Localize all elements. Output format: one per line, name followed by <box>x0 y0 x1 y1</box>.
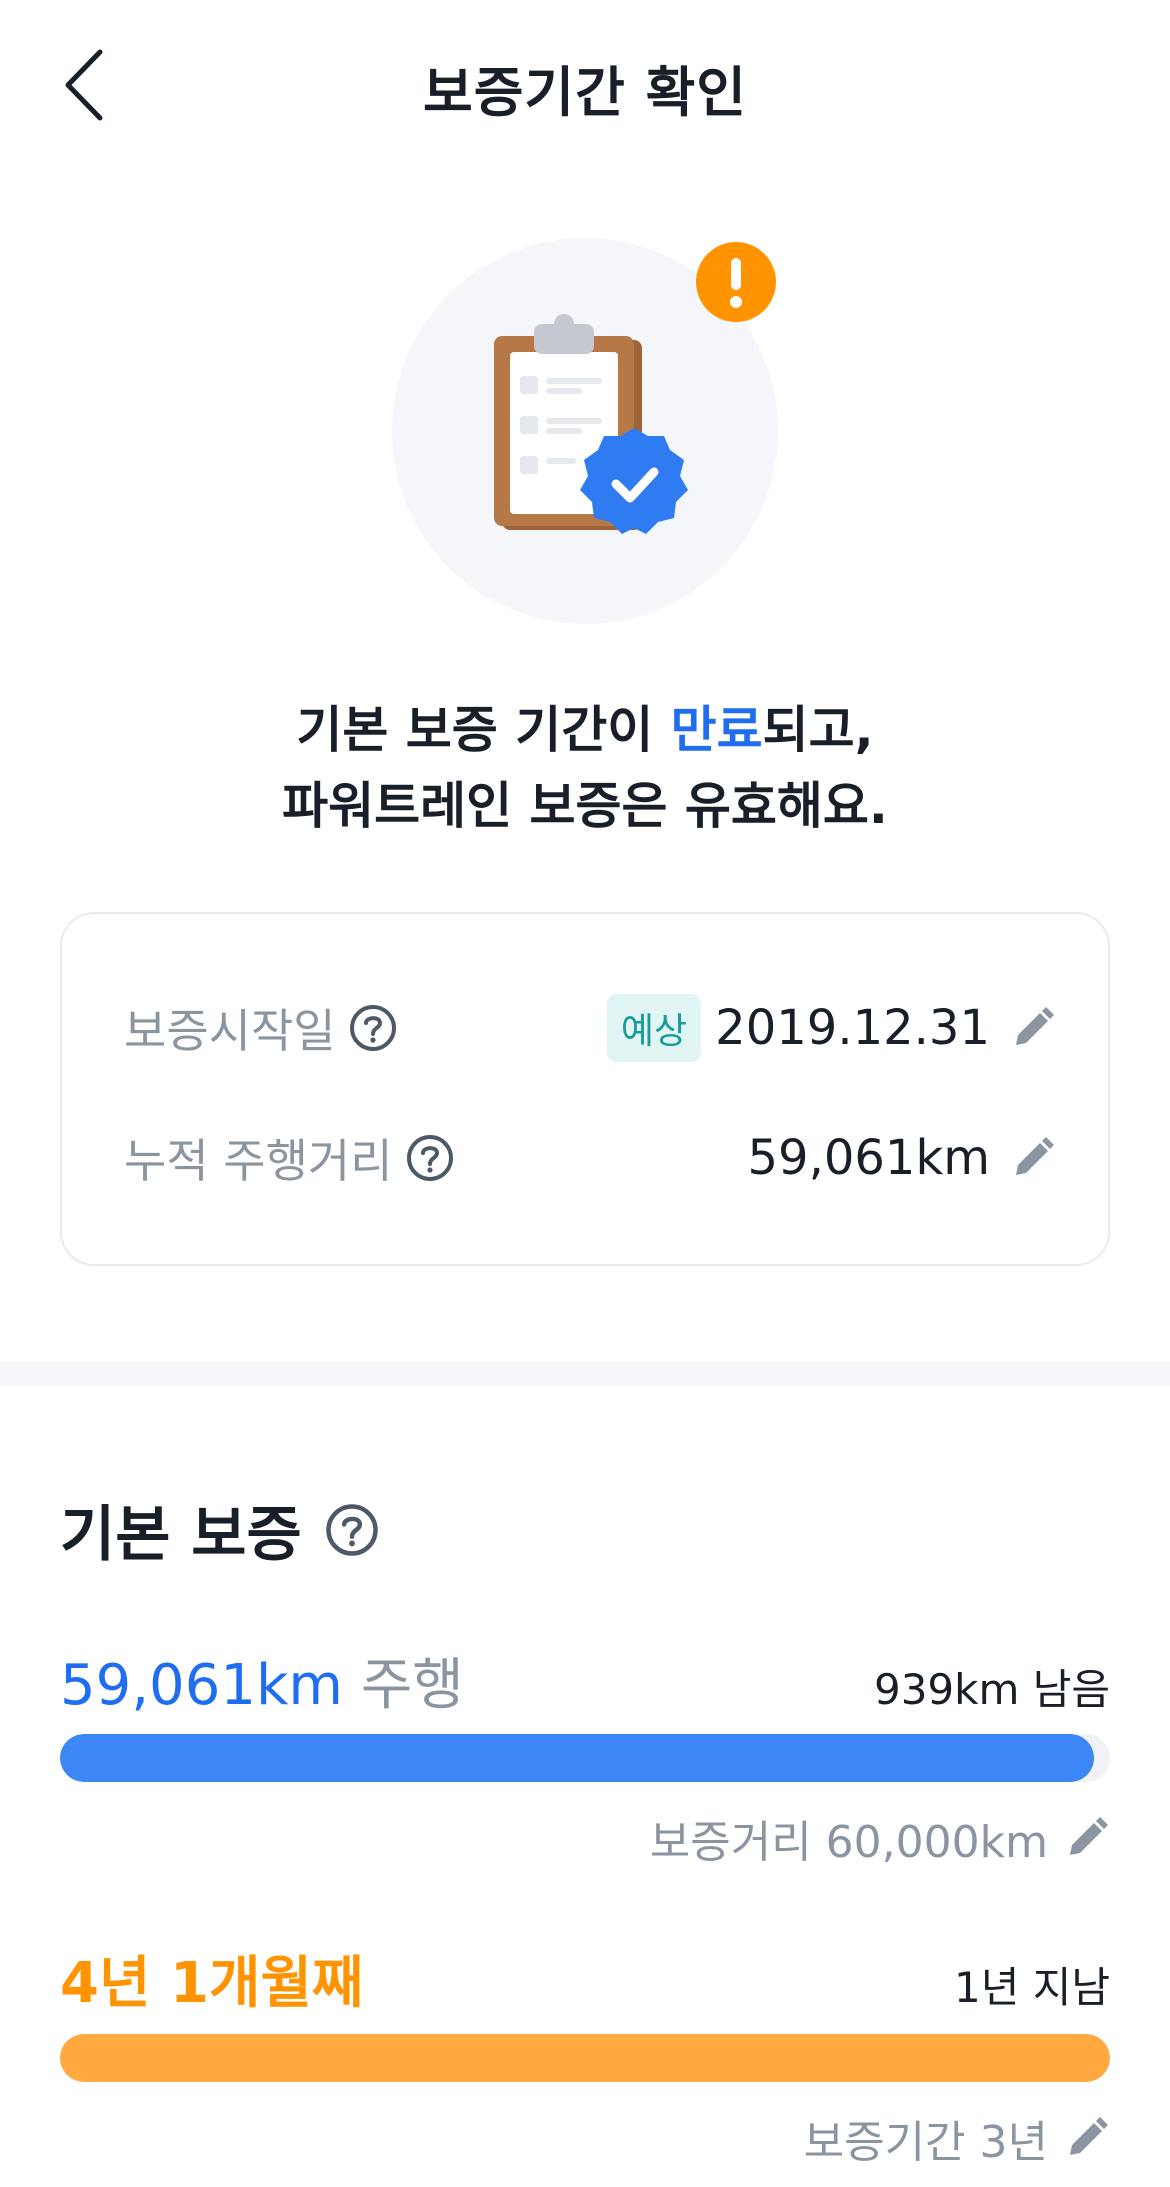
section-title-text: 기본 보증 <box>60 1500 302 1570</box>
start-date-label: 보증시작일 <box>124 1004 336 1058</box>
question-circle-icon[interactable] <box>348 1003 398 1053</box>
headline-text: 되고, <box>762 701 874 759</box>
headline-accent: 만료 <box>670 701 763 759</box>
mileage-row: 누적 주행거리 59,061km <box>124 1118 1056 1198</box>
exclamation-badge-icon <box>696 242 776 322</box>
question-circle-icon[interactable] <box>405 1133 455 1183</box>
top-bar: 보증기간 확인 <box>0 0 1170 170</box>
warranty-info-card: 보증시작일 예상 2019.12.31 누적 주행거리 59,061km <box>60 912 1110 1266</box>
pencil-icon[interactable] <box>1064 2115 1110 2161</box>
period-current: 4년 1개월째 <box>60 1938 364 2019</box>
distance-driven-value: 59,061km <box>60 1653 343 1718</box>
period-limit-label: 보증기간 3년 <box>803 2117 1048 2168</box>
distance-progress-bar <box>60 1734 1110 1782</box>
distance-summary: 59,061km 주행 939km 남음 <box>60 1640 1110 1721</box>
period-current-value: 4년 1개월째 <box>60 1951 364 2016</box>
pencil-icon[interactable] <box>1064 1815 1110 1861</box>
headline-line-2: 파워트레인 보증은 유효해요. <box>282 777 888 835</box>
start-date-value-group: 예상 2019.12.31 <box>606 994 1056 1062</box>
headline-text: 기본 보증 기간이 <box>296 701 671 759</box>
distance-limit-label: 보증거리 60,000km <box>649 1817 1048 1868</box>
start-date-row: 보증시작일 예상 2019.12.31 <box>124 988 1056 1068</box>
status-headline: 기본 보증 기간이 만료되고, 파워트레인 보증은 유효해요. <box>0 692 1170 844</box>
mileage-value: 59,061km <box>747 1130 990 1186</box>
mileage-label: 누적 주행거리 <box>124 1134 393 1188</box>
distance-limit: 보증거리 60,000km <box>650 1806 1110 1870</box>
page-title: 보증기간 확인 <box>423 61 747 124</box>
estimated-badge: 예상 <box>606 994 702 1062</box>
period-summary: 4년 1개월째 1년 지남 <box>60 1938 1110 2019</box>
section-divider <box>0 1362 1170 1386</box>
distance-driven-suffix: 주행 <box>342 1653 464 1718</box>
distance-remaining: 939km 남음 <box>873 1665 1110 1714</box>
question-circle-icon[interactable] <box>324 1502 380 1558</box>
headline-line-1: 기본 보증 기간이 만료되고, <box>0 692 1170 768</box>
distance-driven: 59,061km 주행 <box>60 1640 464 1721</box>
start-date-value: 2019.12.31 <box>715 1000 990 1056</box>
clipboard-check-icon <box>494 314 688 534</box>
period-progress-bar <box>60 2034 1110 2082</box>
period-limit: 보증기간 3년 <box>804 2106 1110 2170</box>
period-progress-fill <box>60 2034 1110 2082</box>
distance-progress-fill <box>60 1734 1094 1782</box>
warranty-check-screen: 보증기간 확인 기본 보증 기간이 만료되고, 파워트레인 보증은 유효해요. <box>0 0 1170 2187</box>
mileage-value-group: 59,061km <box>747 1130 1056 1186</box>
basic-warranty-section-title: 기본 보증 <box>60 1486 380 1573</box>
pencil-icon[interactable] <box>1010 1135 1056 1181</box>
period-status: 1년 지남 <box>954 1963 1110 2012</box>
pencil-icon[interactable] <box>1010 1005 1056 1051</box>
